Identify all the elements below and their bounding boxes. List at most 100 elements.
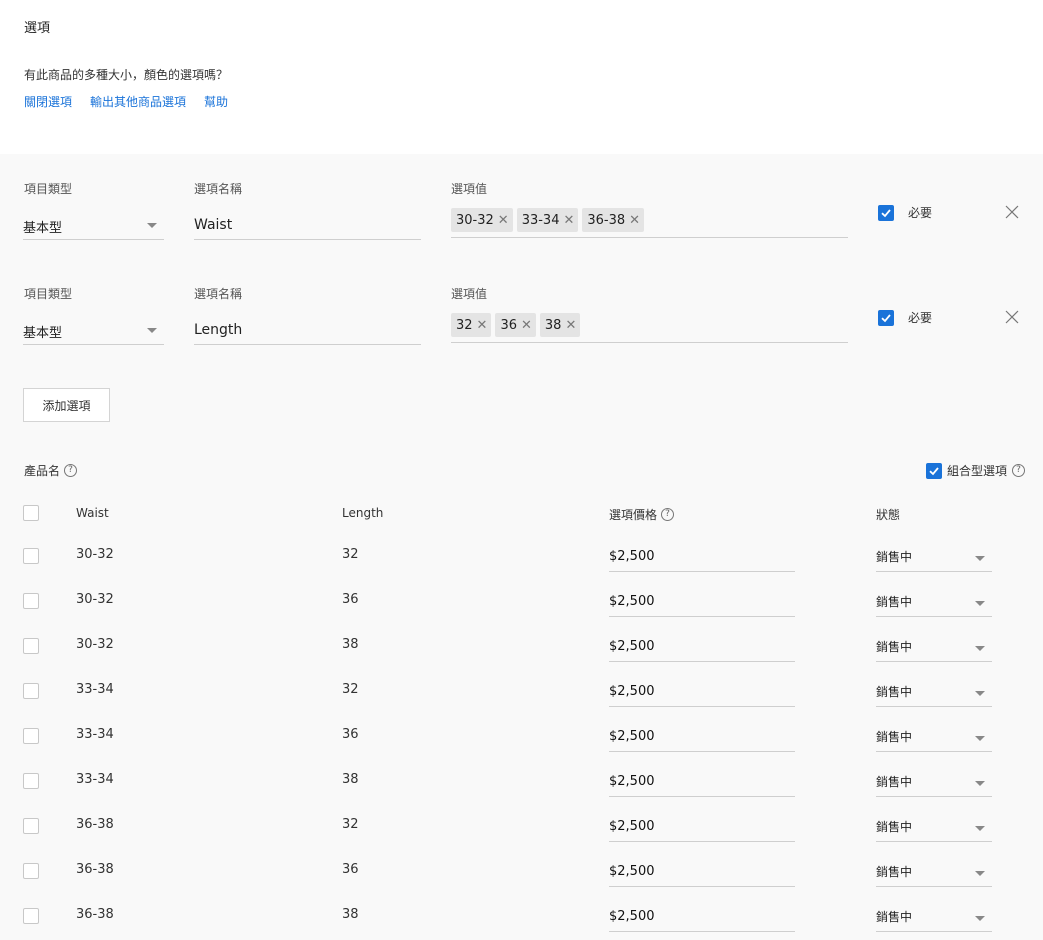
product-name-label: 產品名 [24,464,61,478]
row-checkbox[interactable] [23,908,39,924]
check-icon [881,313,891,322]
status-select[interactable]: 銷售中 [876,635,992,662]
close-icon[interactable]: ✕ [477,318,488,333]
cell-length: 32 [342,817,359,832]
combination-option-toggle[interactable]: 組合型選項 ? [926,462,1026,479]
status-select[interactable]: 銷售中 [876,860,992,887]
price-input[interactable]: $2,500 [609,815,795,842]
table-row: 30-32 32 $2,500 銷售中 [0,547,1043,592]
price-input[interactable]: $2,500 [609,725,795,752]
close-icon[interactable]: ✕ [563,213,574,228]
option-name-input[interactable]: Waist [194,210,421,240]
chevron-down-icon [975,556,985,561]
name-label: 選項名稱 [194,287,243,301]
select-all-checkbox[interactable] [23,505,39,521]
row-checkbox[interactable] [23,863,39,879]
type-select-value: 基本型 [23,326,63,341]
option-row-waist: 項目類型 選項名稱 選項值 基本型 Waist 30-32 ✕ 33-34 ✕ 36… [0,178,1043,268]
price-input[interactable]: $2,500 [609,635,795,662]
price-input[interactable]: $2,500 [609,860,795,887]
help-link[interactable]: 幫助 [204,93,228,110]
value-chip: 32 ✕ [451,313,492,337]
required-toggle[interactable]: 必要 [878,204,932,221]
row-checkbox[interactable] [23,638,39,654]
status-select[interactable]: 銷售中 [876,770,992,797]
cell-waist: 33-34 [76,727,114,742]
row-checkbox[interactable] [23,593,39,609]
option-row-length: 項目類型 選項名稱 選項值 基本型 Length 32 ✕ 36 ✕ 38 ✕ 必要 [0,283,1043,373]
cell-waist: 30-32 [76,637,114,652]
chevron-down-icon [975,736,985,741]
close-icon[interactable]: ✕ [565,318,576,333]
price-input[interactable]: $2,500 [609,590,795,617]
price-input[interactable]: $2,500 [609,680,795,707]
status-value: 銷售中 [876,640,913,654]
status-select[interactable]: 銷售中 [876,545,992,572]
add-option-button[interactable]: 添加選項 [23,388,110,422]
status-value: 銷售中 [876,595,913,609]
type-select[interactable]: 基本型 [23,210,164,240]
row-checkbox[interactable] [23,818,39,834]
chip-label: 36-38 [587,212,626,228]
column-status: 狀態 [876,508,901,522]
chevron-down-icon [147,223,157,228]
cell-length: 38 [342,637,359,652]
column-price: 選項價格 ? [609,506,675,523]
table-row: 30-32 38 $2,500 銷售中 [0,637,1043,682]
value-chip: 33-34 ✕ [516,208,579,232]
row-checkbox[interactable] [23,728,39,744]
close-icon[interactable]: ✕ [629,213,640,228]
status-select[interactable]: 銷售中 [876,815,992,842]
status-value: 銷售中 [876,550,913,564]
required-checkbox[interactable] [878,204,894,221]
status-select[interactable]: 銷售中 [876,905,992,932]
row-checkbox[interactable] [23,773,39,789]
option-values-input[interactable]: 32 ✕ 36 ✕ 38 ✕ [451,313,848,343]
price-input[interactable]: $2,500 [609,905,795,932]
type-label: 項目類型 [24,287,73,301]
section-title: 選項 [24,21,51,36]
row-checkbox[interactable] [23,683,39,699]
cell-waist: 36-38 [76,817,114,832]
status-select[interactable]: 銷售中 [876,590,992,617]
remove-option-icon[interactable] [1004,309,1020,325]
close-icon[interactable]: ✕ [498,213,509,228]
status-value: 銷售中 [876,910,913,924]
cell-length: 36 [342,592,359,607]
header-links: 關閉選項 輸出其他商品選項 幫助 [24,93,228,110]
question-circle-icon[interactable]: ? [1012,464,1026,477]
cell-length: 32 [342,547,359,562]
option-name-value: Waist [194,217,233,233]
cell-length: 38 [342,772,359,787]
price-input[interactable]: $2,500 [609,545,795,572]
cell-waist: 30-32 [76,547,114,562]
option-values-input[interactable]: 30-32 ✕ 33-34 ✕ 36-38 ✕ [451,208,848,238]
chevron-down-icon [975,691,985,696]
column-price-label: 選項價格 [609,508,658,522]
cell-length: 32 [342,682,359,697]
price-input[interactable]: $2,500 [609,770,795,797]
close-options-link[interactable]: 關閉選項 [24,93,72,110]
export-options-link[interactable]: 輸出其他商品選項 [90,93,186,110]
status-value: 銷售中 [876,730,913,744]
cell-waist: 30-32 [76,592,114,607]
required-toggle[interactable]: 必要 [878,309,932,326]
type-label: 項目類型 [24,182,73,196]
chip-label: 36 [500,317,517,333]
combination-checkbox[interactable] [926,462,942,479]
cell-waist: 33-34 [76,772,114,787]
required-checkbox[interactable] [878,309,894,326]
type-select[interactable]: 基本型 [23,315,164,345]
status-select[interactable]: 銷售中 [876,725,992,752]
question-circle-icon[interactable]: ? [64,464,78,477]
table-row: 36-38 38 $2,500 銷售中 [0,907,1043,940]
close-icon[interactable]: ✕ [521,318,532,333]
check-icon [929,466,939,475]
option-name-input[interactable]: Length [194,315,421,345]
status-select[interactable]: 銷售中 [876,680,992,707]
name-label: 選項名稱 [194,182,243,196]
question-circle-icon[interactable]: ? [661,508,675,521]
value-chip: 30-32 ✕ [451,208,513,232]
row-checkbox[interactable] [23,548,39,564]
remove-option-icon[interactable] [1004,204,1020,220]
